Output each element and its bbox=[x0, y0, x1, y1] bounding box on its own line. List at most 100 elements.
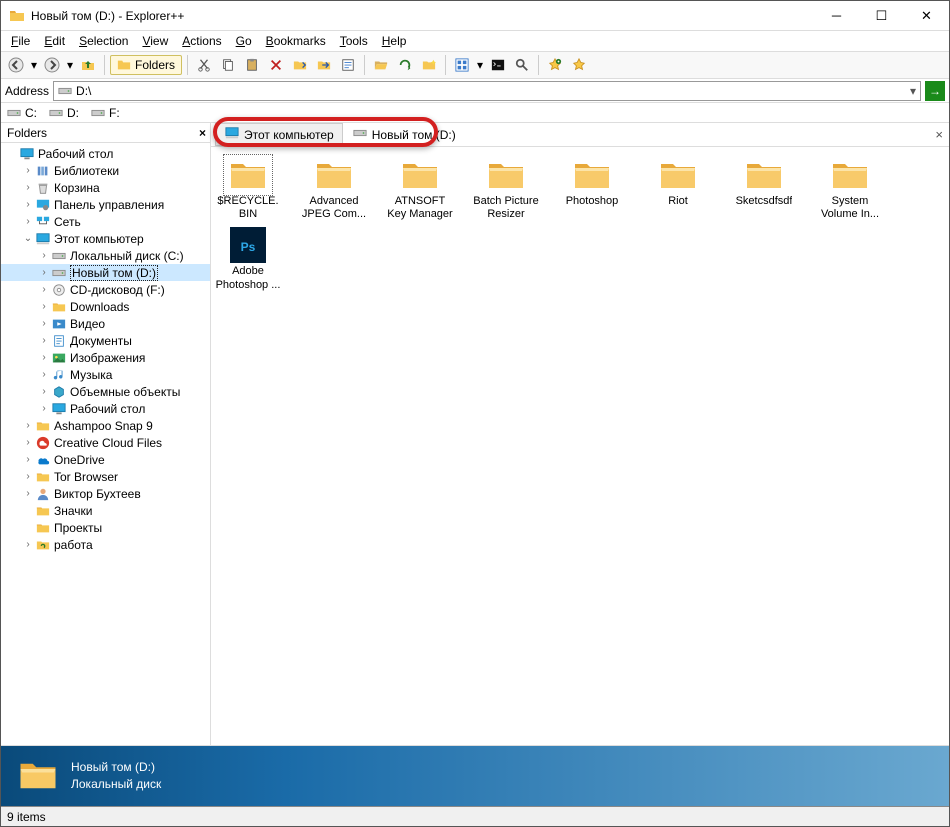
tab-close-button[interactable]: × bbox=[935, 127, 943, 142]
file-item[interactable]: Batch Picture Resizer bbox=[473, 155, 539, 221]
file-item[interactable]: Riot bbox=[645, 155, 711, 221]
tab[interactable]: Этот компьютер bbox=[215, 123, 343, 146]
tree-expander[interactable]: › bbox=[37, 386, 51, 397]
menu-go[interactable]: Go bbox=[230, 32, 258, 50]
address-input[interactable] bbox=[76, 84, 906, 98]
file-item[interactable]: PsAdobe Photoshop ... bbox=[215, 225, 281, 291]
copy-button[interactable] bbox=[217, 54, 239, 76]
address-dropdown[interactable]: ▾ bbox=[910, 84, 916, 98]
paste-button[interactable] bbox=[241, 54, 263, 76]
menu-selection[interactable]: Selection bbox=[73, 32, 134, 50]
tree-expander[interactable]: › bbox=[21, 420, 35, 431]
tree-node[interactable]: ⌄Этот компьютер bbox=[1, 230, 210, 247]
move-to-button[interactable] bbox=[313, 54, 335, 76]
tree-node[interactable]: ›Библиотеки bbox=[1, 162, 210, 179]
tree-node[interactable]: ›CD-дисковод (F:) bbox=[1, 281, 210, 298]
menu-tools[interactable]: Tools bbox=[334, 32, 374, 50]
terminal-button[interactable] bbox=[487, 54, 509, 76]
tree-node[interactable]: ›Новый том (D:) bbox=[1, 264, 210, 281]
file-item[interactable]: Photoshop bbox=[559, 155, 625, 221]
tree-node[interactable]: Значки bbox=[1, 502, 210, 519]
forward-dropdown[interactable]: ▾ bbox=[65, 54, 75, 76]
maximize-button[interactable]: ☐ bbox=[859, 1, 904, 31]
file-grid[interactable]: $RECYCLE.BIN Advanced JPEG Com... ATNSOFT … bbox=[211, 147, 949, 745]
tree-expander[interactable]: › bbox=[21, 488, 35, 499]
tree-node[interactable]: ›Локальный диск (C:) bbox=[1, 247, 210, 264]
menu-bookmarks[interactable]: Bookmarks bbox=[260, 32, 332, 50]
tree-node[interactable]: Проекты bbox=[1, 519, 210, 536]
tree-expander[interactable]: › bbox=[21, 165, 35, 176]
tree-expander[interactable]: › bbox=[37, 301, 51, 312]
cut-button[interactable] bbox=[193, 54, 215, 76]
tree-node[interactable]: ›Видео bbox=[1, 315, 210, 332]
menu-view[interactable]: View bbox=[136, 32, 174, 50]
tree-expander[interactable]: › bbox=[37, 369, 51, 380]
tree-expander[interactable]: › bbox=[21, 471, 35, 482]
tree-node[interactable]: ›Виктор Бухтеев bbox=[1, 485, 210, 502]
menu-edit[interactable]: Edit bbox=[38, 32, 71, 50]
file-item[interactable]: ATNSOFT Key Manager bbox=[387, 155, 453, 221]
tree-expander[interactable]: › bbox=[37, 335, 51, 346]
file-item[interactable]: $RECYCLE.BIN bbox=[215, 155, 281, 221]
tree-node[interactable]: ›Downloads bbox=[1, 298, 210, 315]
tree-node[interactable]: ›Сеть bbox=[1, 213, 210, 230]
tree-expander[interactable]: › bbox=[21, 539, 35, 550]
forward-button[interactable] bbox=[41, 54, 63, 76]
file-item[interactable]: System Volume In... bbox=[817, 155, 883, 221]
tree-node[interactable]: ›Tor Browser bbox=[1, 468, 210, 485]
menu-file[interactable]: File bbox=[5, 32, 36, 50]
tree-expander[interactable]: › bbox=[21, 454, 35, 465]
tree-node[interactable]: ›Изображения bbox=[1, 349, 210, 366]
back-button[interactable] bbox=[5, 54, 27, 76]
tree-expander[interactable]: › bbox=[21, 437, 35, 448]
tree-node[interactable]: Рабочий стол bbox=[1, 145, 210, 162]
bookmarks-button[interactable] bbox=[568, 54, 590, 76]
tree-node[interactable]: ›Документы bbox=[1, 332, 210, 349]
tree-node[interactable]: ›Ashampoo Snap 9 bbox=[1, 417, 210, 434]
tree-node[interactable]: ›Музыка bbox=[1, 366, 210, 383]
drive-D[interactable]: D: bbox=[49, 106, 79, 120]
menu-actions[interactable]: Actions bbox=[176, 32, 227, 50]
file-item[interactable]: Advanced JPEG Com... bbox=[301, 155, 367, 221]
tree-node[interactable]: ›Creative Cloud Files bbox=[1, 434, 210, 451]
file-item[interactable]: Sketcsdfsdf bbox=[731, 155, 797, 221]
new-folder-button[interactable] bbox=[418, 54, 440, 76]
tree-node[interactable]: ›Панель управления bbox=[1, 196, 210, 213]
properties-button[interactable] bbox=[337, 54, 359, 76]
open-folder-button[interactable] bbox=[370, 54, 392, 76]
drive-F[interactable]: F: bbox=[91, 106, 120, 120]
minimize-button[interactable]: ─ bbox=[814, 1, 859, 31]
add-bookmark-button[interactable] bbox=[544, 54, 566, 76]
go-button[interactable]: → bbox=[925, 81, 945, 101]
tree-expander[interactable]: › bbox=[37, 352, 51, 363]
views-dropdown[interactable]: ▾ bbox=[475, 54, 485, 76]
folder-tree[interactable]: Рабочий стол›Библиотеки›Корзина›Панель у… bbox=[1, 143, 210, 745]
tree-expander[interactable]: ⌄ bbox=[21, 233, 35, 244]
up-button[interactable] bbox=[77, 54, 99, 76]
refresh-button[interactable] bbox=[394, 54, 416, 76]
tree-expander[interactable]: › bbox=[37, 403, 51, 414]
folders-toggle[interactable]: Folders bbox=[110, 55, 182, 75]
tree-node[interactable]: ›Корзина bbox=[1, 179, 210, 196]
tree-expander[interactable]: › bbox=[37, 267, 51, 278]
tree-expander[interactable]: › bbox=[37, 250, 51, 261]
tree-expander[interactable]: › bbox=[21, 199, 35, 210]
tree-expander[interactable]: › bbox=[37, 318, 51, 329]
tree-node[interactable]: ›Объемные объекты bbox=[1, 383, 210, 400]
drive-C[interactable]: C: bbox=[7, 106, 37, 120]
tree-node[interactable]: ›OneDrive bbox=[1, 451, 210, 468]
tree-expander[interactable]: › bbox=[37, 284, 51, 295]
views-button[interactable] bbox=[451, 54, 473, 76]
tab[interactable]: Новый том (D:) bbox=[343, 123, 465, 146]
copy-to-button[interactable] bbox=[289, 54, 311, 76]
tree-node[interactable]: ›работа bbox=[1, 536, 210, 553]
tree-expander[interactable]: › bbox=[21, 216, 35, 227]
address-input-wrap[interactable]: ▾ bbox=[53, 81, 921, 101]
close-button[interactable]: ✕ bbox=[904, 1, 949, 31]
tree-expander[interactable]: › bbox=[21, 182, 35, 193]
delete-button[interactable] bbox=[265, 54, 287, 76]
back-dropdown[interactable]: ▾ bbox=[29, 54, 39, 76]
folders-pane-close[interactable]: × bbox=[199, 126, 206, 140]
search-button[interactable] bbox=[511, 54, 533, 76]
tree-node[interactable]: ›Рабочий стол bbox=[1, 400, 210, 417]
